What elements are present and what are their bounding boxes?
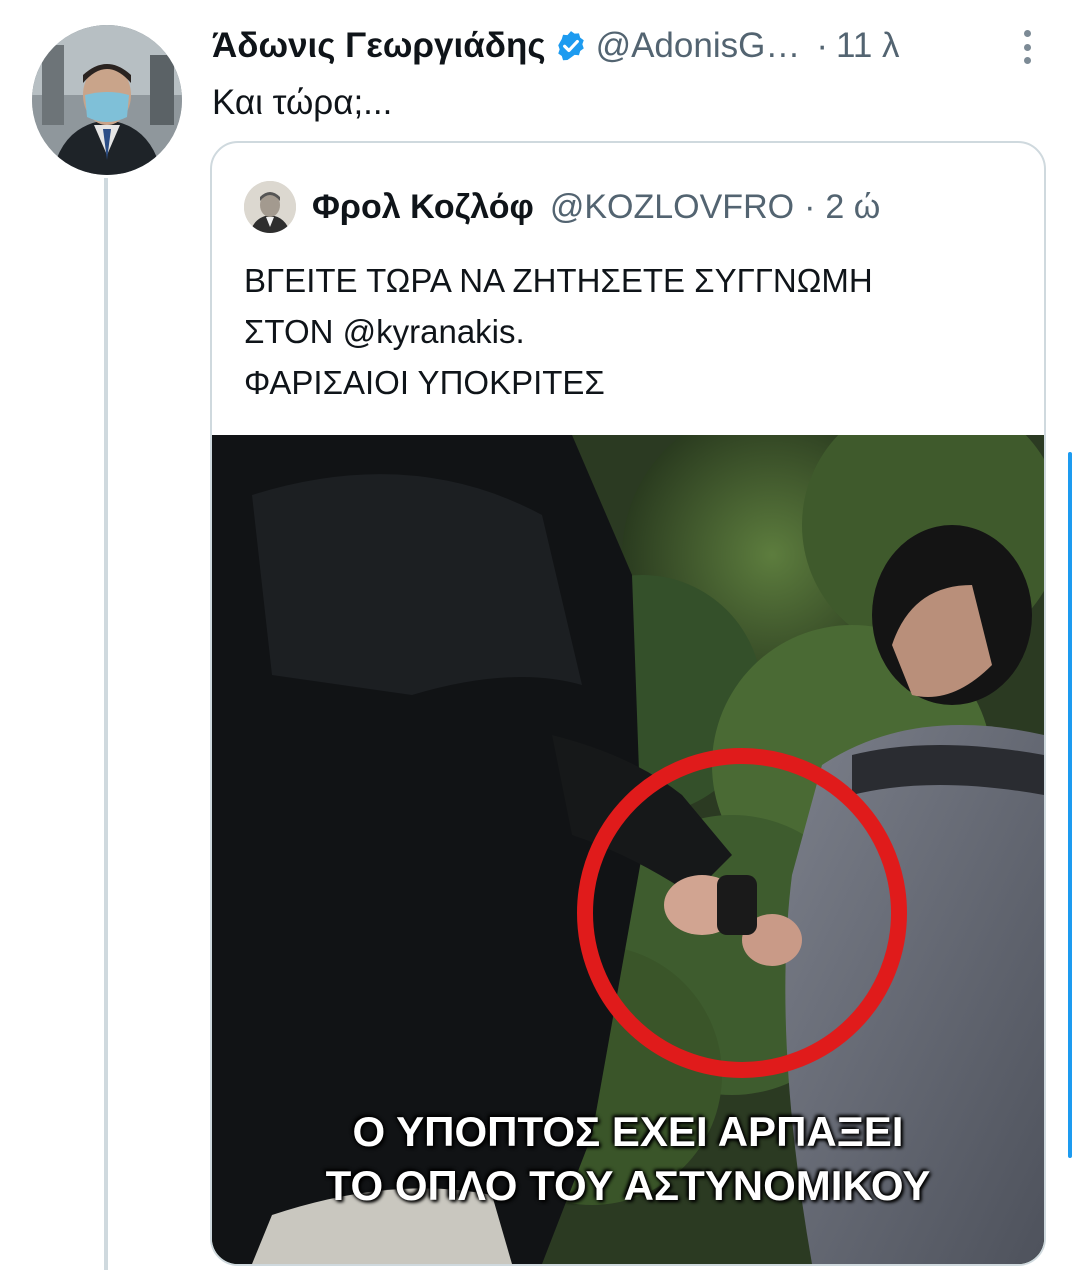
quoted-author-avatar (244, 181, 296, 233)
media-caption: Ο ΥΠΟΠΤΟΣ ΕΧΕΙ ΑΡΠΑΞΕΙ ΤΟ ΟΠΛΟ ΤΟΥ ΑΣΤΥΝ… (212, 1105, 1044, 1213)
quoted-text-line: ΣΤΟΝ @kyranakis. (244, 313, 525, 350)
quoted-header-separator: · (804, 188, 816, 226)
header-separator: · (816, 26, 828, 65)
more-options-icon[interactable] (1012, 24, 1042, 70)
tweet-header: Άδωνις Γεωργιάδης @AdonisG… · 11 λ (212, 26, 900, 66)
thread-connector-line (104, 178, 108, 1270)
author-display-name[interactable]: Άδωνις Γεωργιάδης (212, 26, 546, 66)
quoted-tweet-card[interactable]: Φρολ Κοζλόφ @KOZLOVFRO · 2 ώ ΒΓΕΙΤΕ ΤΩΡΑ… (210, 141, 1046, 1266)
quoted-tweet-text: ΒΓΕΙΤΕ ΤΩΡΑ ΝΑ ΖΗΤΗΣΕΤΕ ΣΥΓΓΝΩΜΗ ΣΤΟΝ @k… (244, 255, 873, 408)
quoted-author-handle[interactable]: @KOZLOVFRO (550, 187, 794, 227)
tweet-text: Και τώρα;... (212, 83, 393, 122)
author-avatar[interactable] (32, 25, 182, 175)
quoted-tweet-timestamp[interactable]: 2 ώ (825, 187, 880, 227)
quoted-text-line: ΒΓΕΙΤΕ ΤΩΡΑ ΝΑ ΖΗΤΗΣΕΤΕ ΣΥΓΓΝΩΜΗ (244, 262, 873, 299)
verified-badge-icon (554, 29, 588, 63)
author-handle[interactable]: @AdonisG… (596, 26, 801, 66)
media-caption-line: ΤΟ ΟΠΛΟ ΤΟΥ ΑΣΤΥΝΟΜΙΚΟΥ (325, 1162, 931, 1209)
quoted-tweet-header: Φρολ Κοζλόφ @KOZLOVFRO · 2 ώ (244, 181, 880, 233)
quoted-text-line: ΦΑΡΙΣΑΙΟΙ ΥΠΟΚΡΙΤΕΣ (244, 364, 605, 401)
quoted-tweet-media[interactable]: Ο ΥΠΟΠΤΟΣ ΕΧΕΙ ΑΡΠΑΞΕΙ ΤΟ ΟΠΛΟ ΤΟΥ ΑΣΤΥΝ… (212, 435, 1044, 1264)
tweet-timestamp[interactable]: 11 λ (836, 26, 900, 66)
media-caption-line: Ο ΥΠΟΠΤΟΣ ΕΧΕΙ ΑΡΠΑΞΕΙ (352, 1108, 904, 1155)
author-avatar-image (32, 25, 182, 175)
quoted-author-display-name[interactable]: Φρολ Κοζλόφ (312, 187, 534, 227)
scrollbar-thumb[interactable] (1068, 452, 1072, 1158)
